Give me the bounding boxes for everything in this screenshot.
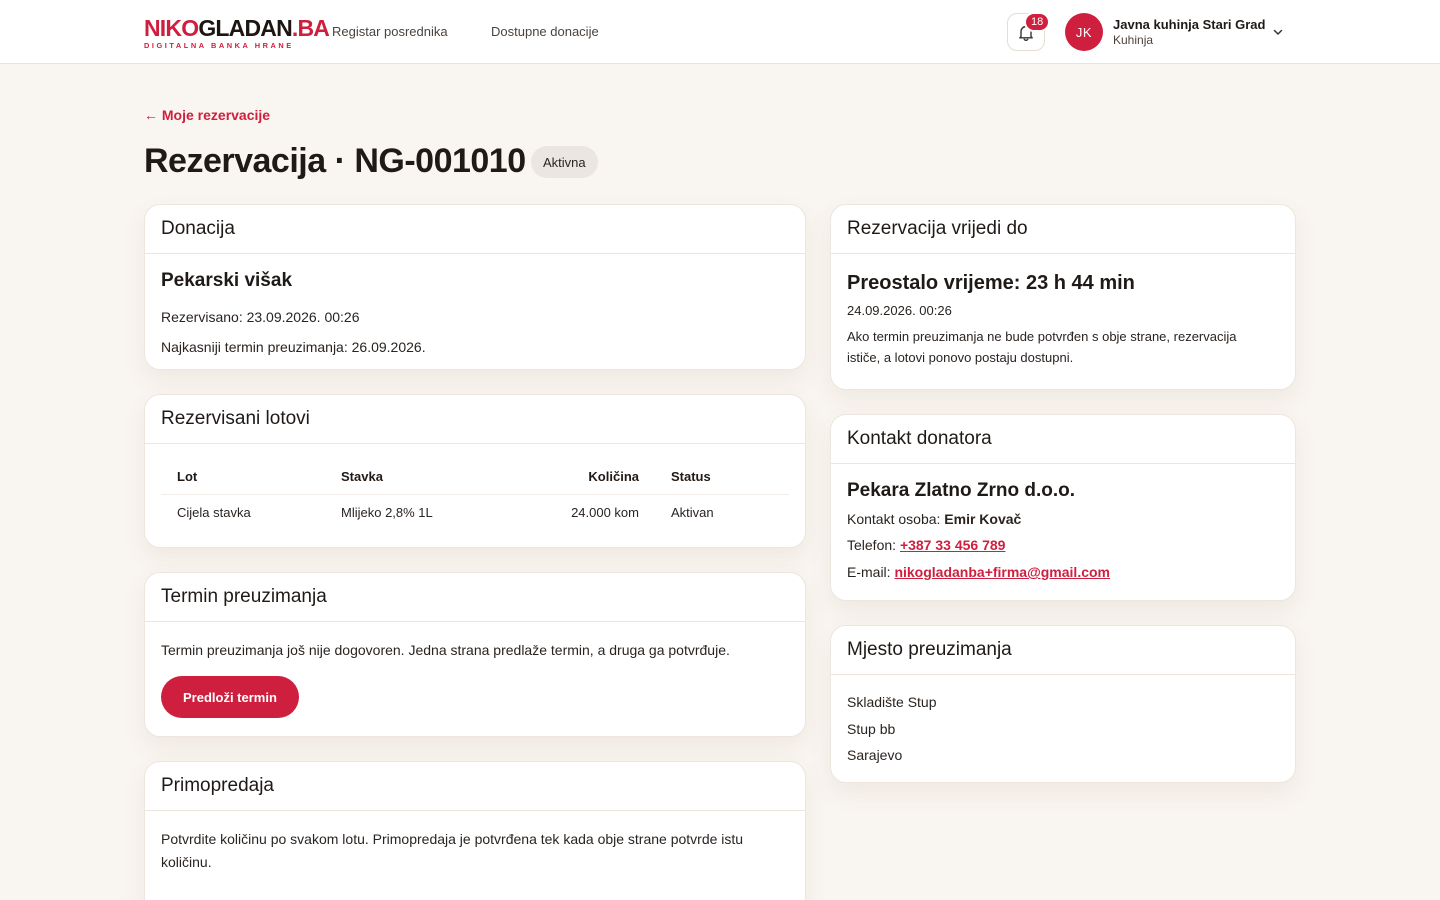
column-header-stavka: Stavka bbox=[325, 460, 525, 495]
propose-time-button[interactable]: Predloži termin bbox=[161, 676, 299, 718]
nav-link-dostupne-donacije[interactable]: Dostupne donacije bbox=[491, 24, 599, 39]
user-avatar[interactable]: JK bbox=[1065, 13, 1103, 51]
donation-name: Pekarski višak bbox=[161, 270, 293, 291]
donor-contact-card: Kontakt donatora Pekara Zlatno Zrno d.o.… bbox=[830, 414, 1296, 601]
card-title: Mjesto preuzimanja bbox=[831, 626, 1295, 675]
phone-row: Telefon: +387 33 456 789 bbox=[847, 532, 1279, 559]
card-title: Rezervisani lotovi bbox=[145, 395, 805, 444]
email-label: E-mail: bbox=[847, 564, 891, 580]
reserved-lots-card: Rezervisani lotovi Lot Stavka Količina S… bbox=[144, 394, 806, 548]
user-role: Kuhinja bbox=[1113, 33, 1154, 47]
contact-person-row: Kontakt osoba: Emir Kovač bbox=[847, 506, 1279, 532]
card-title: Donacija bbox=[145, 205, 805, 254]
card-title: Termin preuzimanja bbox=[145, 573, 805, 622]
status-badge: Aktivna bbox=[531, 146, 598, 178]
cell-lot: Cijela stavka bbox=[177, 504, 251, 520]
logo[interactable]: NIKOGLADAN.BA DIGITALNA BANKA HRANE bbox=[144, 15, 330, 50]
lots-table: Lot Stavka Količina Status Cijela stavka… bbox=[161, 460, 789, 530]
donor-company: Pekara Zlatno Zrno d.o.o. bbox=[847, 480, 1076, 501]
pickup-location-card: Mjesto preuzimanja Skladište Stup Stup b… bbox=[830, 625, 1296, 783]
expiry-note: Ako termin preuzimanja ne bude potvrđen … bbox=[847, 329, 1237, 365]
contact-person-label: Kontakt osoba: bbox=[847, 511, 941, 527]
logo-tagline: DIGITALNA BANKA HRANE bbox=[144, 41, 294, 50]
time-remaining: Preostalo vrijeme: 23 h 44 min bbox=[847, 272, 1135, 294]
handover-info: Potvrdite količinu po svakom lotu. Primo… bbox=[161, 831, 744, 870]
card-title: Rezervacija vrijedi do bbox=[831, 205, 1295, 254]
donation-card: Donacija Pekarski višak Rezervisano: 23.… bbox=[144, 204, 806, 370]
pickup-time-card: Termin preuzimanja Termin preuzimanja jo… bbox=[144, 572, 806, 737]
back-link-moje-rezervacije[interactable]: ← Moje rezervacije bbox=[144, 107, 270, 123]
phone-label: Telefon: bbox=[847, 537, 897, 553]
pickup-deadline: Najkasniji termin preuzimanja: 26.09.202… bbox=[161, 339, 426, 355]
top-bar: NIKOGLADAN.BA DIGITALNA BANKA HRANE Regi… bbox=[0, 0, 1440, 64]
logo-wordmark: NIKOGLADAN.BA bbox=[144, 15, 330, 41]
page-title: Rezervacija · NG-001010 bbox=[144, 142, 526, 180]
card-title: Primopredaja bbox=[145, 762, 805, 811]
phone-link[interactable]: +387 33 456 789 bbox=[900, 537, 1006, 553]
email-link[interactable]: nikogladanba+firma@gmail.com bbox=[894, 564, 1110, 580]
expiry-date: 24.09.2026. 00:26 bbox=[847, 303, 952, 318]
table-row: Cijela stavka Mlijeko 2,8% 1L 24.000 kom… bbox=[161, 494, 789, 530]
cell-stavka: Mlijeko 2,8% 1L bbox=[341, 504, 433, 520]
contact-person-name: Emir Kovač bbox=[944, 511, 1022, 527]
reserved-date: Rezervisano: 23.09.2026. 00:26 bbox=[161, 309, 360, 325]
handover-card: Primopredaja Potvrdite količinu po svako… bbox=[144, 761, 806, 900]
column-header-lot: Lot bbox=[161, 460, 325, 495]
cell-status: Aktivan bbox=[671, 504, 714, 520]
reservation-validity-card: Rezervacija vrijedi do Preostalo vrijeme… bbox=[830, 204, 1296, 390]
location-line: Stup bb bbox=[847, 720, 896, 737]
column-header-kolicina: Količina bbox=[525, 460, 655, 495]
email-row: E-mail: nikogladanba+firma@gmail.com bbox=[847, 559, 1279, 585]
table-header-row: Lot Stavka Količina Status bbox=[161, 460, 789, 495]
notification-count-badge: 18 bbox=[1024, 12, 1051, 32]
nav-link-registar-posrednika[interactable]: Registar posrednika bbox=[332, 24, 448, 39]
user-name[interactable]: Javna kuhinja Stari Grad bbox=[1113, 17, 1265, 32]
location-line: Skladište Stup bbox=[847, 694, 937, 710]
cell-kolicina: 24.000 kom bbox=[571, 504, 639, 520]
column-header-status: Status bbox=[655, 460, 789, 495]
chevron-down-icon[interactable] bbox=[1272, 26, 1284, 38]
card-title: Kontakt donatora bbox=[831, 415, 1295, 464]
location-line: Sarajevo bbox=[847, 747, 903, 763]
pickup-time-info: Termin preuzimanja još nije dogovoren. J… bbox=[161, 642, 730, 658]
